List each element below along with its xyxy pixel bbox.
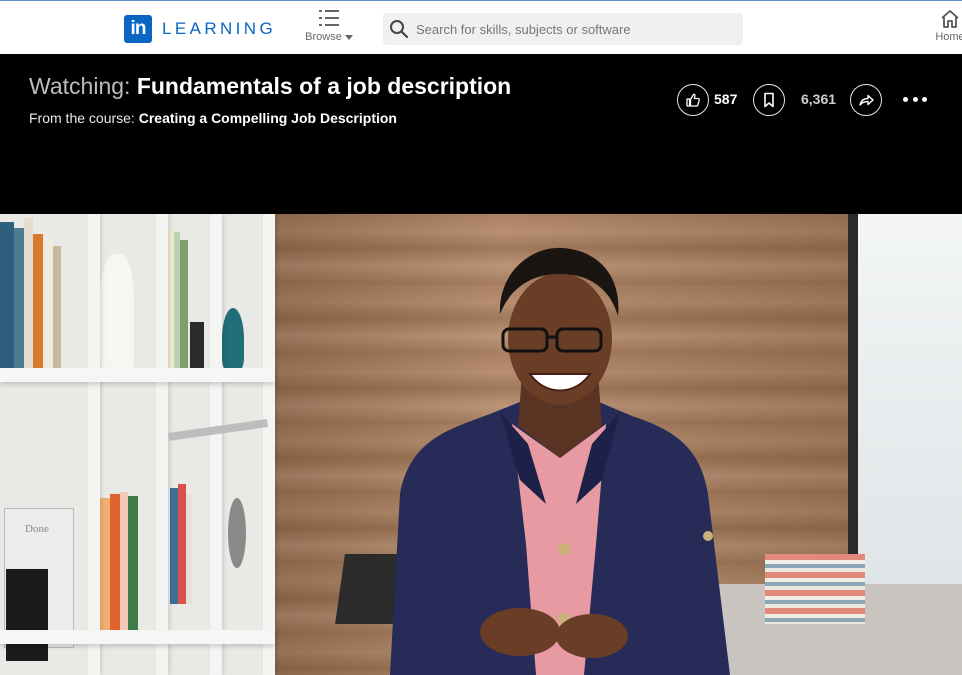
search-bar[interactable]: [383, 13, 743, 45]
like-count: 587: [714, 91, 738, 107]
book: [33, 234, 43, 370]
video-actions: 587 6,361: [0, 84, 962, 116]
brand-wordmark: LEARNING: [162, 19, 277, 38]
shelf-book-text: Done: [25, 523, 49, 535]
list-icon: [319, 10, 339, 26]
share-button[interactable]: [850, 84, 882, 116]
object: [190, 322, 204, 370]
search-input[interactable]: [416, 21, 736, 37]
teal-vase: [222, 308, 244, 370]
shelf-divider: [88, 214, 100, 675]
book: [24, 218, 33, 370]
search-icon: [390, 20, 409, 39]
share-icon: [859, 94, 874, 106]
book: [120, 492, 128, 632]
bookshelf: Done: [0, 214, 275, 675]
window-background: [852, 214, 962, 594]
more-dot: [922, 97, 927, 102]
more-dot: [903, 97, 908, 102]
shelf-divider: [156, 214, 168, 675]
save-count: 6,361: [801, 91, 837, 107]
book: [14, 228, 24, 370]
sculpture: [228, 498, 246, 568]
book: [186, 494, 192, 604]
book: [180, 240, 188, 370]
home-nav-button[interactable]: Home: [930, 9, 962, 43]
presenter: [390, 247, 730, 675]
paper-stack: [765, 554, 865, 624]
book: [110, 494, 120, 632]
home-icon: [941, 10, 959, 28]
book: [170, 488, 178, 604]
thumbs-up-icon: [686, 93, 700, 107]
bookmark-icon: [764, 92, 774, 108]
shelf-board: [0, 630, 275, 644]
like-button[interactable]: [677, 84, 709, 116]
home-label: Home: [935, 31, 962, 43]
book: [53, 246, 61, 370]
video-player[interactable]: Done: [0, 214, 962, 675]
browse-label: Browse: [305, 31, 353, 43]
shelf-divider: [263, 214, 275, 675]
save-button[interactable]: [753, 84, 785, 116]
linkedin-in-logo-icon: in: [124, 15, 152, 43]
browse-menu-button[interactable]: Browse: [302, 9, 356, 45]
vase: [100, 254, 134, 370]
book: [43, 240, 53, 370]
caret-down-icon: [344, 34, 353, 40]
more-dot: [912, 97, 918, 102]
top-navigation-bar: in LEARNING Browse Home: [0, 0, 962, 54]
book: [0, 222, 14, 370]
picture-frame: [6, 569, 48, 661]
video-header: Watching: Fundamentals of a job descript…: [0, 54, 962, 214]
linkedin-learning-logo[interactable]: in LEARNING: [124, 15, 276, 43]
shelf-divider: [210, 214, 222, 675]
shelf-board: [0, 368, 275, 382]
more-options-icon[interactable]: [903, 97, 927, 103]
book: [178, 484, 186, 604]
book: [128, 496, 138, 632]
